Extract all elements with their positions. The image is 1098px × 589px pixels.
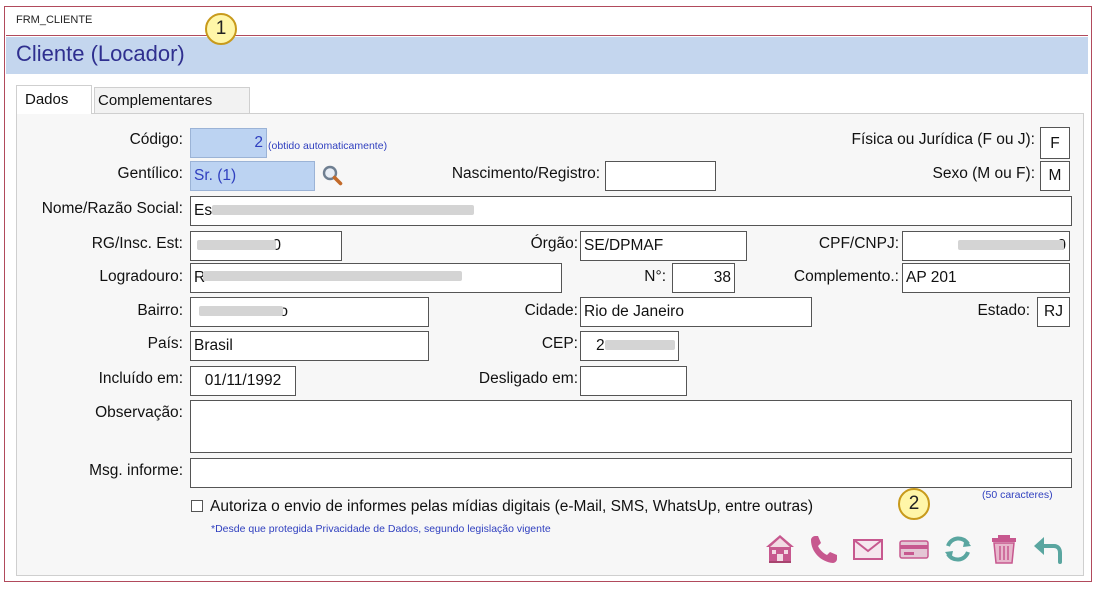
cidade-label: Cidade: [524, 302, 578, 319]
redacted-logradouro [203, 271, 462, 281]
nome-label: Nome/Razão Social: [41, 200, 183, 217]
consent-label: Autoriza o envio de informes pelas mídia… [210, 498, 814, 515]
undo-icon[interactable] [1032, 532, 1064, 566]
observacao-label: Observação: [95, 404, 183, 421]
estado-label: Estado: [977, 302, 1030, 319]
refresh-icon[interactable] [942, 532, 974, 566]
card-icon[interactable] [898, 532, 930, 566]
msg-informe-hint: (50 caracteres) [982, 489, 1053, 501]
pais-field[interactable]: Brasil [190, 331, 429, 361]
consent-note: *Desde que protegida Privacidade de Dado… [211, 523, 551, 535]
observacao-field[interactable] [190, 400, 1072, 453]
sexo-field[interactable]: M [1040, 161, 1070, 191]
numero-label: N°: [644, 268, 666, 285]
rg-label: RG/Insc. Est: [91, 235, 183, 252]
fisica-juridica-field[interactable]: F [1040, 127, 1070, 159]
redacted-nome [212, 205, 474, 215]
tab-complementares[interactable]: Complementares [94, 87, 250, 113]
msg-informe-label: Msg. informe: [89, 462, 183, 479]
numero-field[interactable]: 38 [672, 263, 735, 293]
incluido-label: Incluído em: [98, 370, 183, 387]
cpf-label: CPF/CNPJ: [818, 235, 899, 252]
msg-informe-field[interactable] [190, 458, 1072, 488]
pais-label: País: [147, 335, 183, 352]
redacted-cep [605, 340, 675, 350]
desligado-label: Desligado em: [478, 370, 578, 387]
callout-marker-2: 2 [898, 488, 930, 520]
phone-icon[interactable] [808, 532, 840, 566]
cep-label: CEP: [541, 335, 578, 352]
incluido-field[interactable]: 01/11/1992 [190, 366, 296, 396]
house-icon[interactable] [764, 532, 796, 566]
sexo-label: Sexo (M ou F): [932, 165, 1036, 182]
callout-marker-1: 1 [205, 13, 237, 45]
codigo-hint: (obtido automaticamente) [268, 140, 388, 152]
nascimento-label: Nascimento/Registro: [451, 165, 600, 182]
logradouro-label: Logradouro: [99, 268, 183, 285]
tab-dados[interactable]: Dados [16, 85, 92, 114]
codigo-label: Código: [129, 131, 183, 148]
form-title: Cliente (Locador) [16, 41, 185, 66]
envelope-icon[interactable] [852, 532, 884, 566]
redacted-cpf [958, 240, 1064, 250]
gentilico-field[interactable]: Sr. (1) [190, 161, 315, 191]
bairro-label: Bairro: [137, 302, 183, 319]
search-icon[interactable] [321, 164, 343, 186]
title-divider [6, 35, 1088, 36]
estado-field[interactable]: RJ [1037, 297, 1070, 327]
orgao-label: Órgão: [530, 235, 578, 252]
orgao-field[interactable]: SE/DPMAF [580, 231, 747, 261]
complemento-label: Complemento.: [793, 268, 899, 285]
gentilico-label: Gentílico: [117, 165, 183, 182]
nascimento-field[interactable] [605, 161, 716, 191]
redacted-rg [197, 240, 276, 250]
trash-icon[interactable] [988, 532, 1020, 566]
form-name: FRM_CLIENTE [16, 14, 93, 26]
consent-checkbox[interactable] [191, 500, 203, 512]
cidade-field[interactable]: Rio de Janeiro [580, 297, 812, 327]
redacted-bairro [199, 306, 283, 316]
codigo-field: 2 [190, 128, 267, 158]
desligado-field[interactable] [580, 366, 687, 396]
complemento-field[interactable]: AP 201 [902, 263, 1070, 293]
fisica-juridica-label: Física ou Jurídica (F ou J): [851, 131, 1035, 148]
